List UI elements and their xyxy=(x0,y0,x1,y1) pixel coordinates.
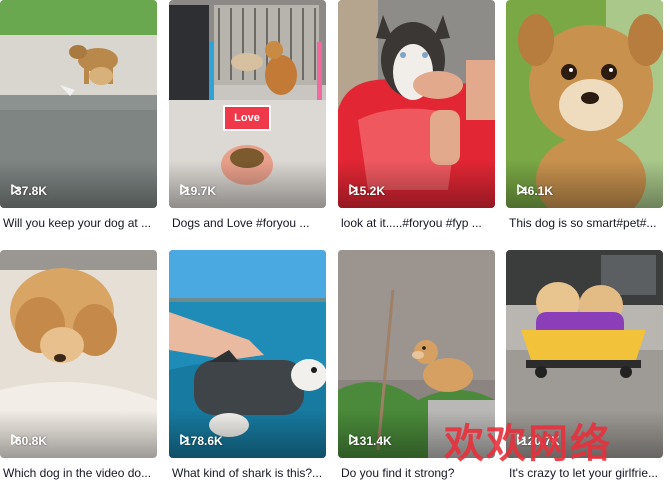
video-caption[interactable]: Which dog in the video do... xyxy=(3,465,157,481)
video-thumbnail[interactable]: 178.6K xyxy=(169,250,326,458)
video-caption[interactable]: Will you keep your dog at ... xyxy=(3,215,157,231)
video-caption[interactable]: look at it.....#foryou #fyp ... xyxy=(341,215,495,231)
love-tag: Love xyxy=(223,105,271,131)
view-count: 46.1K xyxy=(517,184,553,198)
video-caption[interactable]: Dogs and Love #foryou ... xyxy=(172,215,326,231)
video-thumbnail[interactable]: Love 19.7K xyxy=(169,0,326,208)
view-count: 178.6K xyxy=(180,434,223,448)
video-thumbnail[interactable]: 60.8K xyxy=(0,250,157,458)
view-count: 131.4K xyxy=(349,434,392,448)
view-count: 19.7K xyxy=(180,184,216,198)
video-caption[interactable]: This dog is so smart#pet#... xyxy=(509,215,663,231)
video-caption[interactable]: What kind of shark is this?... xyxy=(172,465,326,481)
video-thumbnail[interactable]: 15.2K xyxy=(338,0,495,208)
view-count: 37.8K xyxy=(11,184,47,198)
view-count: 15.2K xyxy=(349,184,385,198)
view-count: 60.8K xyxy=(11,434,47,448)
watermark-text: 欢欢网络 xyxy=(444,421,612,467)
video-grid: 37.8K Will you keep your dog at ... Love… xyxy=(0,0,670,482)
video-thumbnail[interactable]: 46.1K xyxy=(506,0,663,208)
video-thumbnail[interactable]: 37.8K xyxy=(0,0,157,208)
view-count-text: 131.4K xyxy=(353,434,392,448)
view-count-text: 178.6K xyxy=(184,434,223,448)
